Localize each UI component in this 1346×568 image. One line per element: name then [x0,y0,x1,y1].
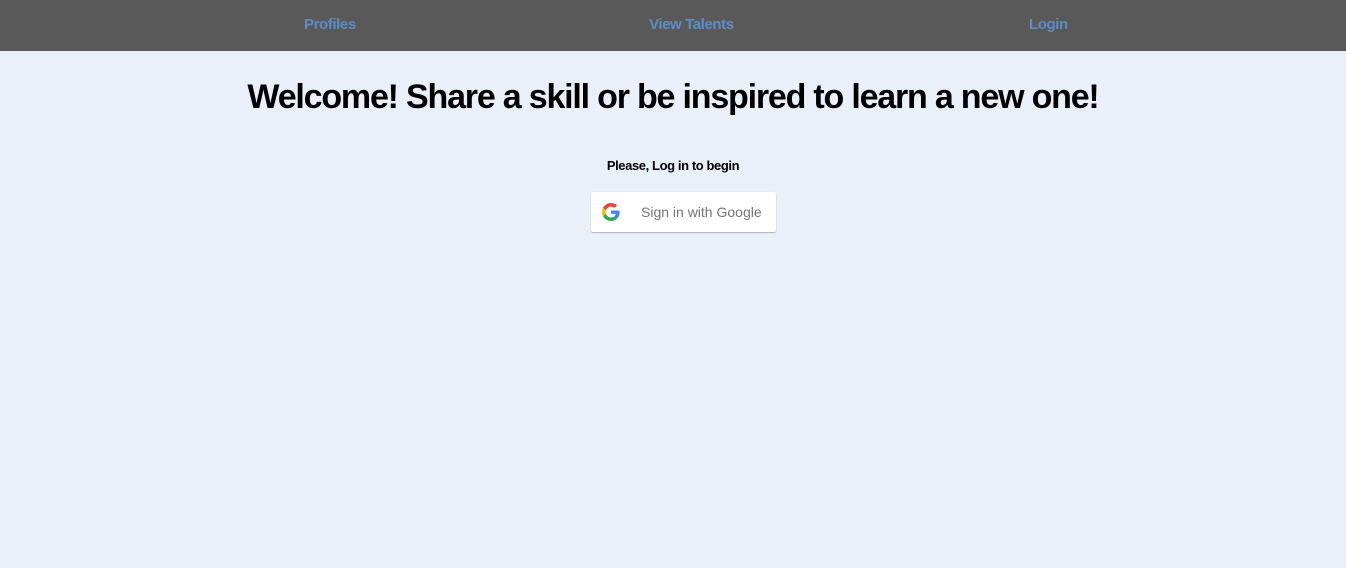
google-sign-in-label: Sign in with Google [641,204,762,220]
google-sign-in-button[interactable]: Sign in with Google [591,192,776,232]
page-title: Welcome! Share a skill or be inspired to… [247,78,1099,116]
nav-link-view-talents[interactable]: View Talents [649,0,734,49]
nav-link-login[interactable]: Login [1029,0,1068,49]
nav-link-profiles[interactable]: Profiles [304,0,356,49]
top-navbar: Profiles View Talents Login [0,0,1346,51]
google-logo-icon [602,203,620,221]
login-prompt: Please, Log in to begin [606,158,740,173]
